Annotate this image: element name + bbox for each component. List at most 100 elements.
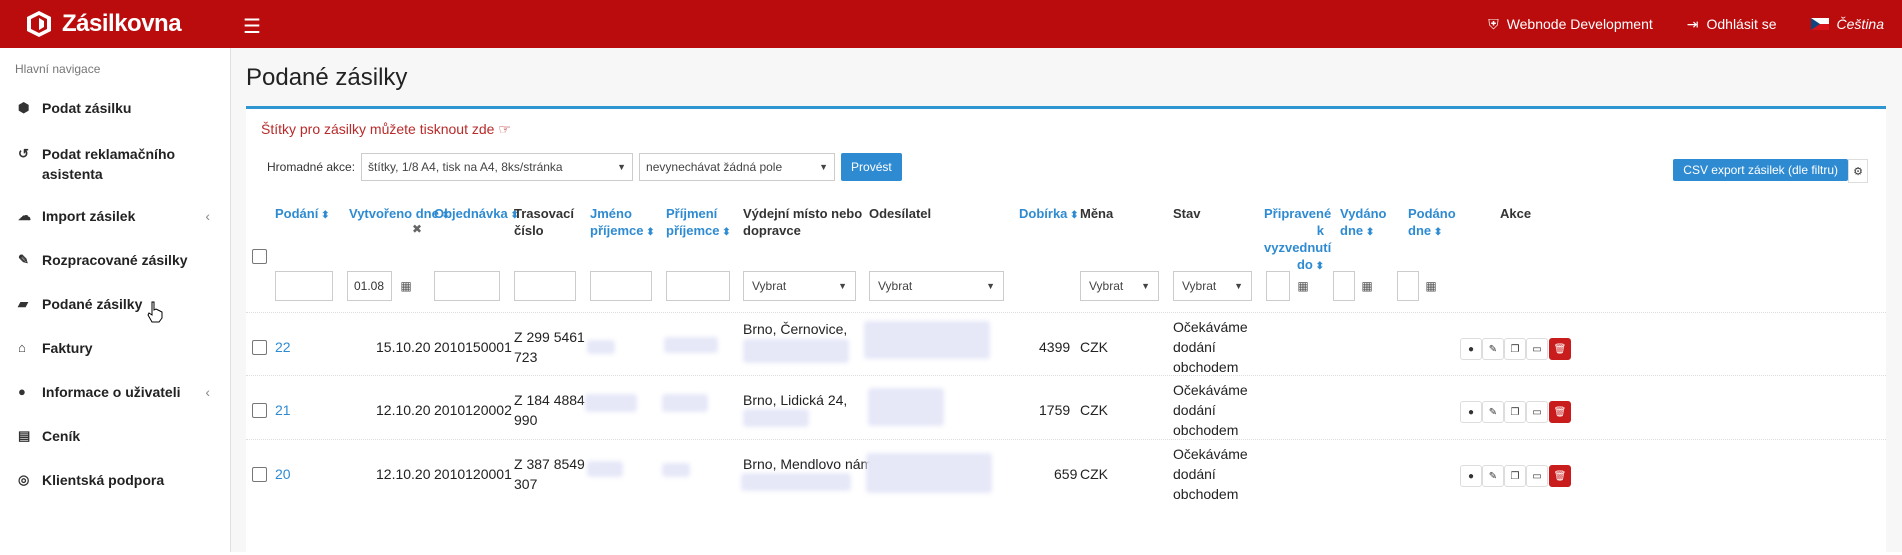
undo-icon: ↺ bbox=[18, 146, 29, 161]
gear-icon[interactable]: ⚙ bbox=[1848, 159, 1868, 183]
pencil-icon[interactable]: ✎ bbox=[1482, 401, 1504, 423]
sidebar-item-podpora[interactable]: ◎ Klientská podpora bbox=[0, 472, 230, 488]
sidebar-item-reklamace[interactable]: ↺ Podat reklamačního asistenta bbox=[0, 144, 230, 184]
redacted-sender bbox=[866, 453, 992, 493]
filter-sender-value: Vybrat bbox=[878, 279, 913, 293]
row-currency: CZK bbox=[1080, 466, 1108, 482]
calendar-icon[interactable]: ▦ bbox=[1356, 271, 1378, 301]
language-switcher[interactable]: Čeština bbox=[1810, 16, 1884, 32]
row-checkbox[interactable] bbox=[252, 340, 267, 355]
chevron-down-icon: ▼ bbox=[1141, 281, 1150, 291]
skip-fields-value: nevynechávat žádná pole bbox=[646, 160, 783, 174]
skip-fields-select[interactable]: nevynechávat žádná pole ▼ bbox=[639, 153, 836, 181]
chevron-left-icon: ‹ bbox=[205, 208, 210, 224]
filter-order-input[interactable] bbox=[434, 271, 500, 301]
filter-podani-input[interactable] bbox=[275, 271, 333, 301]
label-format-select[interactable]: štítky, 1/8 A4, tisk na A4, 8ks/stránka ▼ bbox=[361, 153, 634, 181]
row-pickup: Brno, Mendlovo nám. bbox=[743, 456, 877, 472]
shield-icon: ⛨ bbox=[1488, 15, 1499, 32]
row-cod: 1759 bbox=[1039, 402, 1071, 418]
filter-currency-select[interactable]: Vybrat ▼ bbox=[1080, 271, 1159, 301]
trash-icon[interactable]: 🗑 bbox=[1549, 338, 1571, 360]
row-podani-link[interactable]: 20 bbox=[275, 464, 291, 484]
filter-submitted-input[interactable] bbox=[1397, 271, 1419, 301]
row-currency: CZK bbox=[1080, 339, 1108, 355]
filter-currency-value: Vybrat bbox=[1089, 279, 1124, 293]
filter-firstname-input[interactable] bbox=[590, 271, 652, 301]
filter-lastname-input[interactable] bbox=[666, 271, 730, 301]
sidebar-item-faktury[interactable]: ⌂ Faktury bbox=[0, 340, 230, 356]
filter-created-value: 01.08 bbox=[354, 279, 385, 293]
print-labels-link[interactable]: Štítky pro zásilky můžete tisknout zde ☞ bbox=[261, 121, 511, 138]
col-dobirka[interactable]: Dobírka bbox=[1019, 205, 1079, 224]
pencil-icon[interactable]: ✎ bbox=[1482, 465, 1504, 487]
brand[interactable]: Zásilkovna bbox=[24, 9, 182, 39]
filter-sender-select[interactable]: Vybrat ▼ bbox=[869, 271, 1004, 301]
sidebar-item-podat-zasilku[interactable]: ⬢ Podat zásilku bbox=[0, 100, 230, 116]
filter-issued-input[interactable] bbox=[1333, 271, 1355, 301]
filter-tracking-input[interactable] bbox=[514, 271, 576, 301]
logout-link[interactable]: ⇥ Odhlásit se bbox=[1687, 16, 1777, 33]
row-tracking-line2: 723 bbox=[514, 349, 538, 365]
sidebar-item-import[interactable]: ☁ Import zásilek ‹ bbox=[0, 208, 230, 224]
row-status-line2: dodání bbox=[1173, 402, 1216, 418]
globe-icon[interactable]: ● bbox=[1460, 338, 1482, 360]
menu-toggle-icon[interactable]: ☰ bbox=[243, 14, 261, 39]
notice-text: Štítky pro zásilky můžete tisknout zde bbox=[261, 121, 495, 137]
brand-name: Zásilkovna bbox=[62, 10, 182, 37]
sidebar-item-label: Informace o uživateli bbox=[42, 384, 181, 400]
redacted-firstname bbox=[587, 340, 615, 354]
filter-pickup-select[interactable]: Vybrat ▼ bbox=[743, 271, 856, 301]
col-podano[interactable]: Podáno dne bbox=[1408, 205, 1458, 241]
calendar-icon[interactable]: ▦ bbox=[1420, 271, 1442, 301]
trash-icon[interactable]: 🗑 bbox=[1549, 401, 1571, 423]
row-created: 15.10.20 bbox=[376, 339, 431, 355]
money-icon[interactable]: ▭ bbox=[1526, 338, 1548, 360]
copy-icon[interactable]: ❐ bbox=[1504, 401, 1526, 423]
row-podani-link[interactable]: 21 bbox=[275, 400, 291, 420]
col-podani[interactable]: Podání bbox=[275, 205, 330, 224]
row-currency: CZK bbox=[1080, 402, 1108, 418]
col-odesilatel: Odesílatel bbox=[869, 206, 932, 221]
row-podani-link[interactable]: 22 bbox=[275, 337, 291, 357]
row-checkbox[interactable] bbox=[252, 467, 267, 482]
col-jmeno[interactable]: Jméno příjemce bbox=[590, 205, 660, 241]
filter-status-select[interactable]: Vybrat ▼ bbox=[1173, 271, 1252, 301]
col-trasovaci: Trasovací číslo bbox=[514, 206, 574, 238]
filter-created-input[interactable]: 01.08 bbox=[347, 271, 392, 301]
row-cod: 659 bbox=[1054, 466, 1078, 482]
row-status-line2: dodání bbox=[1173, 466, 1216, 482]
sidebar-item-label: Faktury bbox=[42, 340, 93, 356]
sidebar-item-rozpracovane[interactable]: ✎ Rozpracované zásilky bbox=[0, 252, 230, 268]
row-checkbox[interactable] bbox=[252, 403, 267, 418]
filter-status-value: Vybrat bbox=[1182, 279, 1217, 293]
money-icon[interactable]: ▭ bbox=[1526, 465, 1548, 487]
sidebar-item-uzivatel[interactable]: ● Informace o uživateli ‹ bbox=[0, 384, 230, 400]
col-prijmeni[interactable]: Příjmení příjemce bbox=[666, 205, 736, 241]
money-icon[interactable]: ▭ bbox=[1526, 401, 1548, 423]
label-format-value: štítky, 1/8 A4, tisk na A4, 8ks/stránka bbox=[368, 160, 563, 174]
copy-icon[interactable]: ❐ bbox=[1504, 465, 1526, 487]
pencil-icon[interactable]: ✎ bbox=[1482, 338, 1504, 360]
col-pripravene[interactable]: Připravené k vyzvednutí do bbox=[1264, 205, 1331, 275]
row-status-line3: obchodem bbox=[1173, 422, 1239, 438]
select-all-checkbox[interactable] bbox=[252, 249, 267, 264]
clear-filter-icon[interactable]: ✖ bbox=[412, 222, 422, 236]
chevron-left-icon: ‹ bbox=[205, 384, 210, 400]
execute-button[interactable]: Provést bbox=[841, 153, 902, 181]
csv-export-button[interactable]: CSV export zásilek (dle filtru) bbox=[1673, 159, 1848, 181]
account-link[interactable]: ⛨ Webnode Development bbox=[1488, 16, 1653, 33]
trash-icon[interactable]: 🗑 bbox=[1549, 465, 1571, 487]
globe-icon[interactable]: ● bbox=[1460, 401, 1482, 423]
filter-ready-input[interactable] bbox=[1266, 271, 1290, 301]
sidebar-item-podane[interactable]: ▰ Podané zásilky bbox=[0, 296, 230, 312]
calendar-icon[interactable]: ▦ bbox=[395, 271, 417, 301]
globe-icon[interactable]: ● bbox=[1460, 465, 1482, 487]
sidebar-item-cenik[interactable]: ▤ Ceník bbox=[0, 428, 230, 444]
col-vydano[interactable]: Vydáno dne bbox=[1340, 205, 1390, 241]
redacted-sender bbox=[864, 321, 990, 359]
list-icon: ▤ bbox=[18, 428, 31, 443]
calendar-icon[interactable]: ▦ bbox=[1292, 271, 1314, 301]
col-objednavka[interactable]: Objednávka bbox=[434, 205, 519, 224]
copy-icon[interactable]: ❐ bbox=[1504, 338, 1526, 360]
